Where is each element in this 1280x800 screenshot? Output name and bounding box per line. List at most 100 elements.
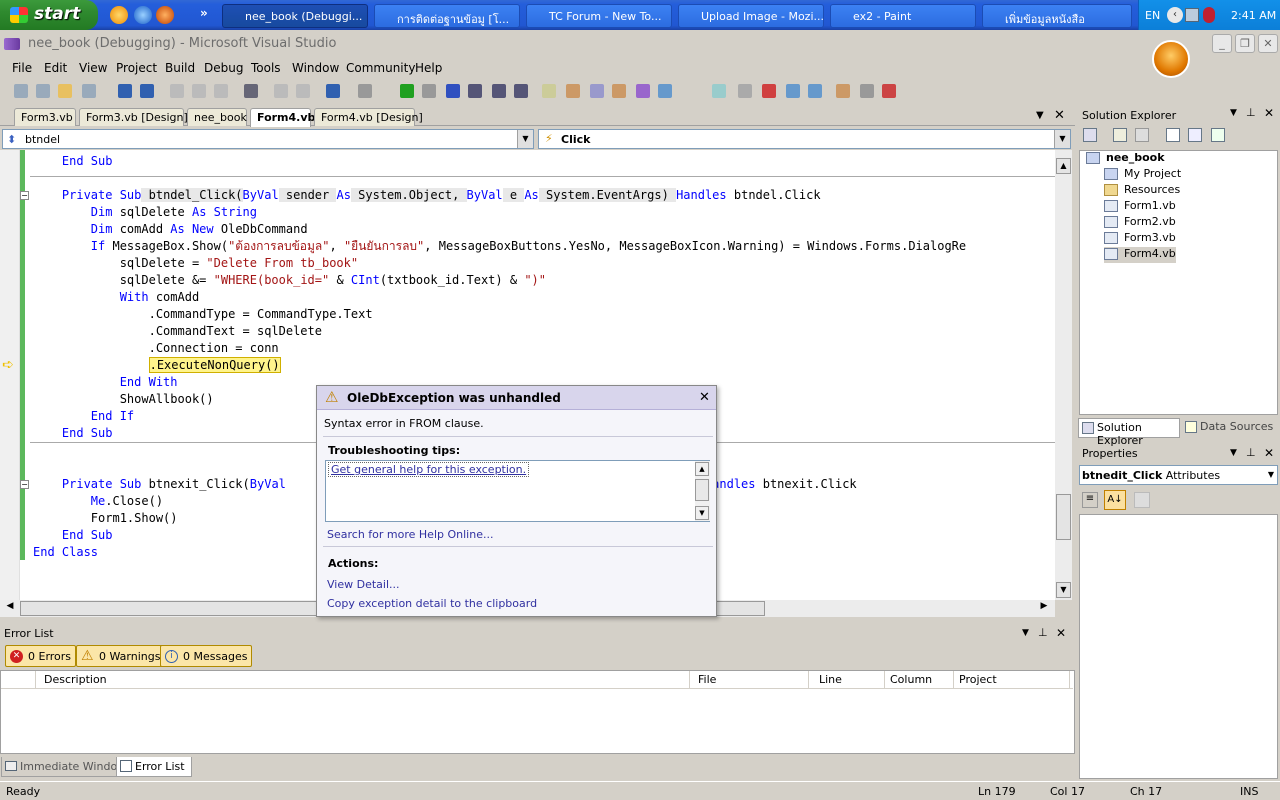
- quicklaunch-chevron-icon[interactable]: »: [200, 6, 208, 20]
- taskbar-button[interactable]: TC Forum - New To...: [526, 4, 672, 28]
- code-line[interactable]: Dim comAdd As New OleDbCommand: [33, 221, 308, 238]
- menu-window[interactable]: Window: [292, 61, 339, 75]
- undo-icon[interactable]: [326, 84, 340, 98]
- immediate-icon[interactable]: [712, 84, 726, 98]
- tab-form3-vb-design[interactable]: Form3.vb [Design]: [79, 108, 188, 126]
- code-line[interactable]: End Sub: [33, 425, 113, 442]
- warnings-filter-button[interactable]: ⚠ 0 Warnings: [76, 645, 166, 667]
- close-panel-icon[interactable]: ✕: [1056, 626, 1066, 640]
- cut-icon[interactable]: [170, 84, 184, 98]
- code-line[interactable]: Dim sqlDelete As String: [33, 204, 257, 221]
- close-window-icon[interactable]: ✕: [1258, 34, 1278, 53]
- tab-solution-explorer[interactable]: Solution Explorer: [1078, 418, 1180, 447]
- uncomment-icon[interactable]: [296, 84, 310, 98]
- taskbar-button[interactable]: การติดต่อฐานข้อมู [โ...: [374, 4, 520, 28]
- menu-edit[interactable]: Edit: [44, 61, 67, 75]
- tab-list-dropdown-icon[interactable]: ▼: [1036, 110, 1044, 121]
- messages-filter-button[interactable]: i 0 Messages: [160, 645, 253, 667]
- code-line[interactable]: .Connection = conn: [33, 340, 279, 357]
- general-help-link[interactable]: Get general help for this exception.: [328, 462, 530, 477]
- properties-object-combo[interactable]: btnedit_Click Attributes ▼: [1079, 465, 1278, 485]
- tree-item[interactable]: My Project: [1104, 167, 1181, 183]
- start-button[interactable]: start: [0, 0, 98, 30]
- view-detail-link[interactable]: View Detail...: [327, 578, 400, 591]
- column-icon[interactable]: [1, 671, 36, 688]
- code-line[interactable]: Private Sub btndel_Click(ByVal sender As…: [33, 187, 821, 204]
- stop-debug-icon[interactable]: [446, 84, 460, 98]
- column-project[interactable]: Project: [955, 671, 1070, 688]
- errors-filter-button[interactable]: ✕ 0 Errors: [5, 645, 77, 667]
- memory-icon[interactable]: [860, 84, 874, 98]
- menu-community[interactable]: Community: [346, 61, 415, 75]
- object-browser-icon[interactable]: [590, 84, 604, 98]
- show-all-files-icon[interactable]: [1113, 128, 1127, 142]
- column-description[interactable]: Description: [40, 671, 690, 688]
- language-indicator[interactable]: EN: [1145, 9, 1160, 22]
- clock[interactable]: 2:41 AM: [1231, 9, 1276, 22]
- tree-item[interactable]: Resources: [1104, 183, 1180, 199]
- tree-item[interactable]: Form4.vb: [1104, 247, 1176, 263]
- tab-data-sources[interactable]: Data Sources: [1182, 418, 1278, 438]
- scroll-left-icon[interactable]: ◀: [2, 601, 18, 616]
- callstack-icon[interactable]: [836, 84, 850, 98]
- menu-project[interactable]: Project: [116, 61, 157, 75]
- code-line[interactable]: If MessageBox.Show("ต้องการลบข้อมูล", "ย…: [33, 238, 966, 255]
- add-existing-icon[interactable]: [82, 84, 96, 98]
- watch-icon[interactable]: [808, 84, 822, 98]
- breakpoint-icon[interactable]: [762, 84, 776, 98]
- menu-file[interactable]: File: [12, 61, 32, 75]
- code-line[interactable]: End With: [33, 374, 178, 391]
- code-line[interactable]: sqlDelete &= "WHERE(book_id=" & CInt(txt…: [33, 272, 546, 289]
- object-combo-dropdown-icon[interactable]: ▼: [517, 130, 533, 148]
- scroll-down-icon[interactable]: ▼: [1056, 582, 1071, 598]
- tab-form4-vb-design[interactable]: Form4.vb [Design]: [314, 108, 423, 126]
- alphabetical-icon[interactable]: A↓: [1104, 490, 1126, 510]
- scroll-up-icon[interactable]: ▲: [1056, 158, 1071, 174]
- menu-help[interactable]: Help: [415, 61, 442, 75]
- command-icon[interactable]: [738, 84, 752, 98]
- code-line[interactable]: .ExecuteNonQuery(): [33, 357, 281, 374]
- tips-scroll-up-icon[interactable]: ▲: [695, 462, 709, 476]
- scroll-thumb[interactable]: [1056, 494, 1071, 540]
- refresh-icon[interactable]: [1135, 128, 1149, 142]
- view-designer-icon[interactable]: [1188, 128, 1202, 142]
- tab-form3-vb[interactable]: Form3.vb: [14, 108, 76, 126]
- step-out-icon[interactable]: [514, 84, 528, 98]
- code-line[interactable]: End Class: [33, 544, 98, 561]
- code-line[interactable]: ShowAllbook(): [33, 391, 214, 408]
- minimize-icon[interactable]: _: [1212, 34, 1232, 53]
- find-icon[interactable]: [244, 84, 258, 98]
- save-icon[interactable]: [118, 84, 132, 98]
- output-icon[interactable]: [658, 84, 672, 98]
- break-all-icon[interactable]: [422, 84, 436, 98]
- tree-item[interactable]: Form2.vb: [1104, 215, 1176, 231]
- class-diagram-icon[interactable]: [1211, 128, 1225, 142]
- property-grid[interactable]: [1079, 514, 1278, 779]
- column-file[interactable]: File: [694, 671, 809, 688]
- solution-explorer-tb-icon[interactable]: [542, 84, 556, 98]
- menu-view[interactable]: View: [79, 61, 107, 75]
- copy-exception-link[interactable]: Copy exception detail to the clipboard: [327, 597, 537, 610]
- tab-error-list[interactable]: Error List: [116, 757, 192, 777]
- code-line[interactable]: End If: [33, 408, 134, 425]
- event-combo-dropdown-icon[interactable]: ▼: [1054, 130, 1070, 148]
- security-icon[interactable]: [1203, 7, 1215, 23]
- toolbox-icon[interactable]: [612, 84, 626, 98]
- copy-icon[interactable]: [192, 84, 206, 98]
- editor-vertical-scrollbar[interactable]: ▲ ▼: [1055, 150, 1072, 600]
- taskbar-button[interactable]: nee_book (Debuggi...: [222, 4, 368, 28]
- tab-form4-vb[interactable]: Form4.vb: [250, 108, 315, 127]
- pin-icon[interactable]: ⊥: [1246, 106, 1256, 119]
- save-all-icon[interactable]: [140, 84, 154, 98]
- column-column[interactable]: Column: [886, 671, 954, 688]
- paste-icon[interactable]: [214, 84, 228, 98]
- menu-build[interactable]: Build: [165, 61, 195, 75]
- tab-nee-book[interactable]: nee_book: [187, 108, 247, 126]
- tab-immediate-window[interactable]: Immediate Window: [1, 757, 134, 777]
- panel-dropdown-icon[interactable]: ▼: [1022, 628, 1029, 638]
- add-item-icon[interactable]: [36, 84, 50, 98]
- code-line[interactable]: Form1.Show(): [33, 510, 178, 527]
- comment-icon[interactable]: [274, 84, 288, 98]
- code-line[interactable]: sqlDelete = "Delete From tb_book": [33, 255, 358, 272]
- code-line[interactable]: .CommandText = sqlDelete: [33, 323, 322, 340]
